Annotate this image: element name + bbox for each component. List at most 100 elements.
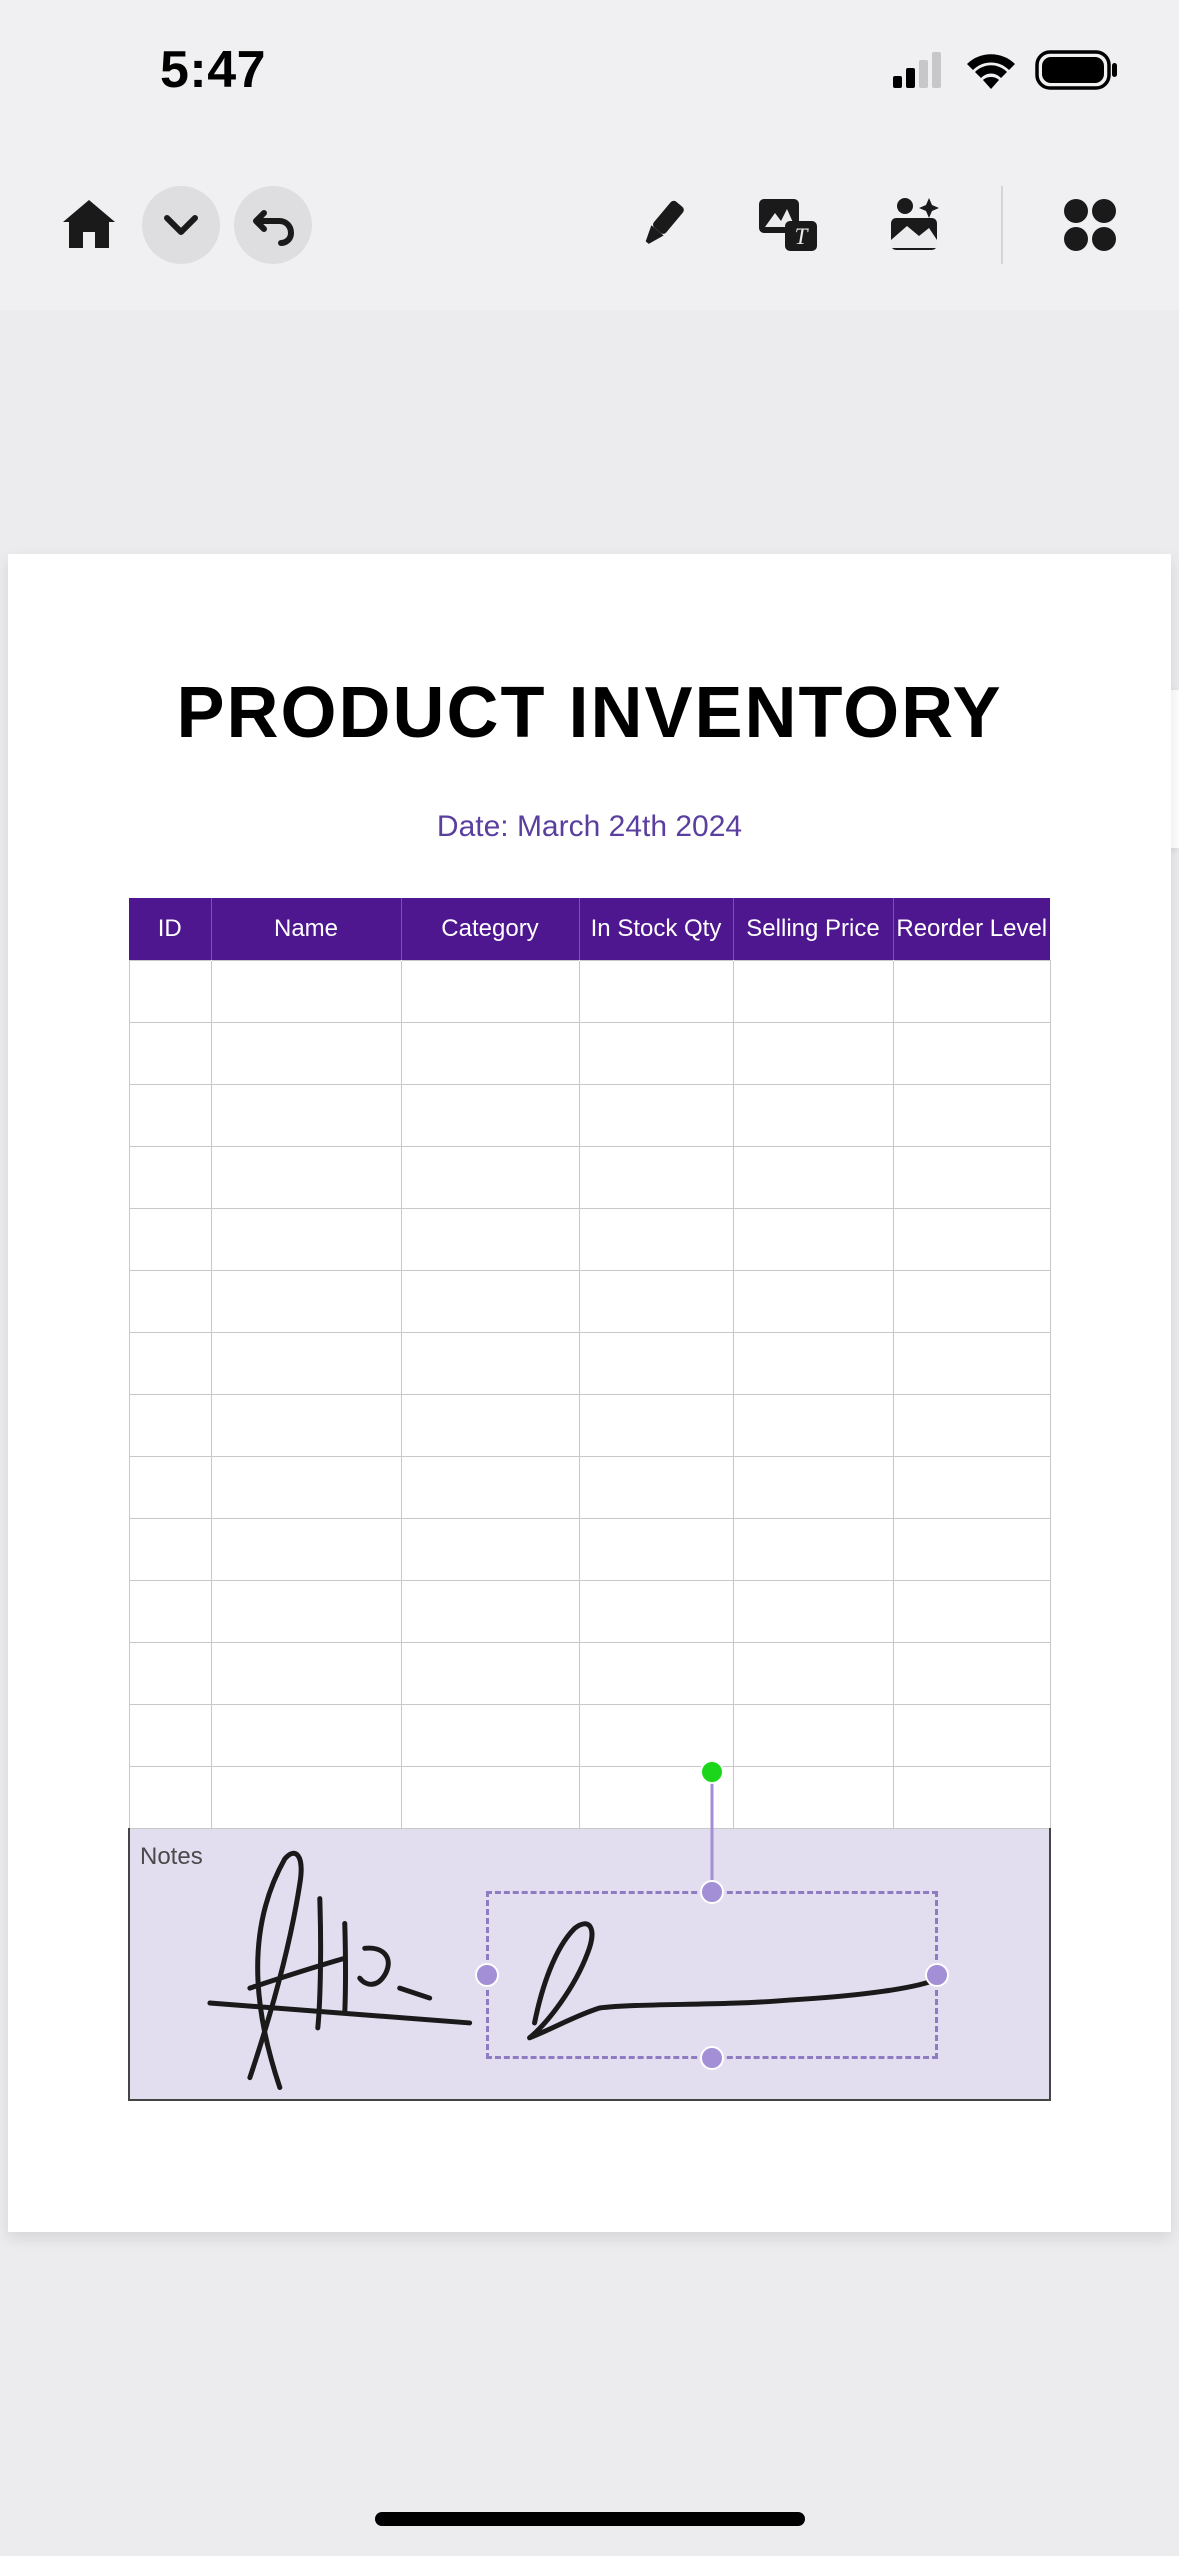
table-cell[interactable] xyxy=(211,1394,401,1456)
table-row[interactable] xyxy=(129,960,1050,1022)
table-cell[interactable] xyxy=(733,960,893,1022)
table-cell[interactable] xyxy=(129,1642,211,1704)
table-row[interactable] xyxy=(129,1146,1050,1208)
table-cell[interactable] xyxy=(893,1270,1050,1332)
table-cell[interactable] xyxy=(211,1704,401,1766)
home-button[interactable] xyxy=(50,186,128,264)
table-cell[interactable] xyxy=(401,1084,579,1146)
apps-button[interactable] xyxy=(1051,186,1129,264)
table-cell[interactable] xyxy=(129,1580,211,1642)
table-cell[interactable] xyxy=(893,960,1050,1022)
table-cell[interactable] xyxy=(211,1208,401,1270)
table-cell[interactable] xyxy=(579,1704,733,1766)
table-cell[interactable] xyxy=(579,1022,733,1084)
table-cell[interactable] xyxy=(401,1332,579,1394)
table-cell[interactable] xyxy=(579,1456,733,1518)
table-cell[interactable] xyxy=(401,1456,579,1518)
table-cell[interactable] xyxy=(211,1580,401,1642)
table-cell[interactable] xyxy=(893,1580,1050,1642)
table-cell[interactable] xyxy=(211,1084,401,1146)
table-cell[interactable] xyxy=(401,1580,579,1642)
table-row[interactable] xyxy=(129,1704,1050,1766)
table-cell[interactable] xyxy=(579,1642,733,1704)
table-cell[interactable] xyxy=(129,1208,211,1270)
table-cell[interactable] xyxy=(893,1084,1050,1146)
table-cell[interactable] xyxy=(401,1208,579,1270)
table-cell[interactable] xyxy=(401,1146,579,1208)
table-cell[interactable] xyxy=(401,1642,579,1704)
table-cell[interactable] xyxy=(733,1456,893,1518)
handle-right[interactable] xyxy=(925,1963,949,1987)
table-cell[interactable] xyxy=(401,1518,579,1580)
table-cell[interactable] xyxy=(579,1270,733,1332)
table-cell[interactable] xyxy=(733,1394,893,1456)
handle-left[interactable] xyxy=(475,1963,499,1987)
table-cell[interactable] xyxy=(893,1704,1050,1766)
table-cell[interactable] xyxy=(129,1518,211,1580)
table-cell[interactable] xyxy=(129,1456,211,1518)
handle-bottom[interactable] xyxy=(700,2046,724,2070)
document-page[interactable]: PRODUCT INVENTORY Date: March 24th 2024 … xyxy=(8,554,1171,2232)
table-cell[interactable] xyxy=(733,1580,893,1642)
table-cell[interactable] xyxy=(733,1642,893,1704)
table-cell[interactable] xyxy=(129,1704,211,1766)
table-cell[interactable] xyxy=(893,1518,1050,1580)
selection-box[interactable] xyxy=(486,1891,938,2059)
table-row[interactable] xyxy=(129,1580,1050,1642)
table-cell[interactable] xyxy=(579,1332,733,1394)
table-cell[interactable] xyxy=(129,1394,211,1456)
table-row[interactable] xyxy=(129,1084,1050,1146)
table-cell[interactable] xyxy=(733,1332,893,1394)
expand-button[interactable] xyxy=(142,186,220,264)
table-cell[interactable] xyxy=(893,1766,1050,1828)
table-cell[interactable] xyxy=(893,1394,1050,1456)
table-row[interactable] xyxy=(129,1456,1050,1518)
table-row[interactable] xyxy=(129,1270,1050,1332)
table-cell[interactable] xyxy=(129,1270,211,1332)
table-cell[interactable] xyxy=(579,1518,733,1580)
table-cell[interactable] xyxy=(211,960,401,1022)
table-cell[interactable] xyxy=(401,1270,579,1332)
table-cell[interactable] xyxy=(733,1146,893,1208)
table-cell[interactable] xyxy=(579,960,733,1022)
table-row[interactable] xyxy=(129,1518,1050,1580)
table-cell[interactable] xyxy=(401,1022,579,1084)
table-cell[interactable] xyxy=(211,1270,401,1332)
image-text-button[interactable]: T xyxy=(749,186,827,264)
table-cell[interactable] xyxy=(733,1208,893,1270)
table-row[interactable] xyxy=(129,1022,1050,1084)
table-cell[interactable] xyxy=(893,1208,1050,1270)
table-cell[interactable] xyxy=(733,1766,893,1828)
undo-button[interactable] xyxy=(234,186,312,264)
notes-cell[interactable]: Notes xyxy=(129,1828,1050,2100)
table-cell[interactable] xyxy=(401,1704,579,1766)
table-row[interactable] xyxy=(129,1766,1050,1828)
table-cell[interactable] xyxy=(579,1146,733,1208)
table-cell[interactable] xyxy=(579,1084,733,1146)
home-indicator[interactable] xyxy=(375,2512,805,2526)
table-cell[interactable] xyxy=(129,1022,211,1084)
table-row[interactable] xyxy=(129,1332,1050,1394)
table-cell[interactable] xyxy=(733,1518,893,1580)
table-cell[interactable] xyxy=(579,1208,733,1270)
table-cell[interactable] xyxy=(129,1146,211,1208)
table-cell[interactable] xyxy=(129,1084,211,1146)
table-cell[interactable] xyxy=(733,1022,893,1084)
table-row[interactable] xyxy=(129,1208,1050,1270)
table-cell[interactable] xyxy=(129,1766,211,1828)
table-cell[interactable] xyxy=(211,1456,401,1518)
handle-top[interactable] xyxy=(700,1880,724,1904)
table-cell[interactable] xyxy=(211,1642,401,1704)
table-cell[interactable] xyxy=(893,1146,1050,1208)
table-cell[interactable] xyxy=(893,1642,1050,1704)
table-cell[interactable] xyxy=(211,1518,401,1580)
table-cell[interactable] xyxy=(579,1394,733,1456)
rotate-handle[interactable] xyxy=(700,1760,724,1784)
table-row[interactable] xyxy=(129,1642,1050,1704)
table-row[interactable] xyxy=(129,1394,1050,1456)
table-cell[interactable] xyxy=(733,1270,893,1332)
table-cell[interactable] xyxy=(893,1332,1050,1394)
table-cell[interactable] xyxy=(401,1766,579,1828)
table-cell[interactable] xyxy=(733,1084,893,1146)
table-cell[interactable] xyxy=(211,1332,401,1394)
